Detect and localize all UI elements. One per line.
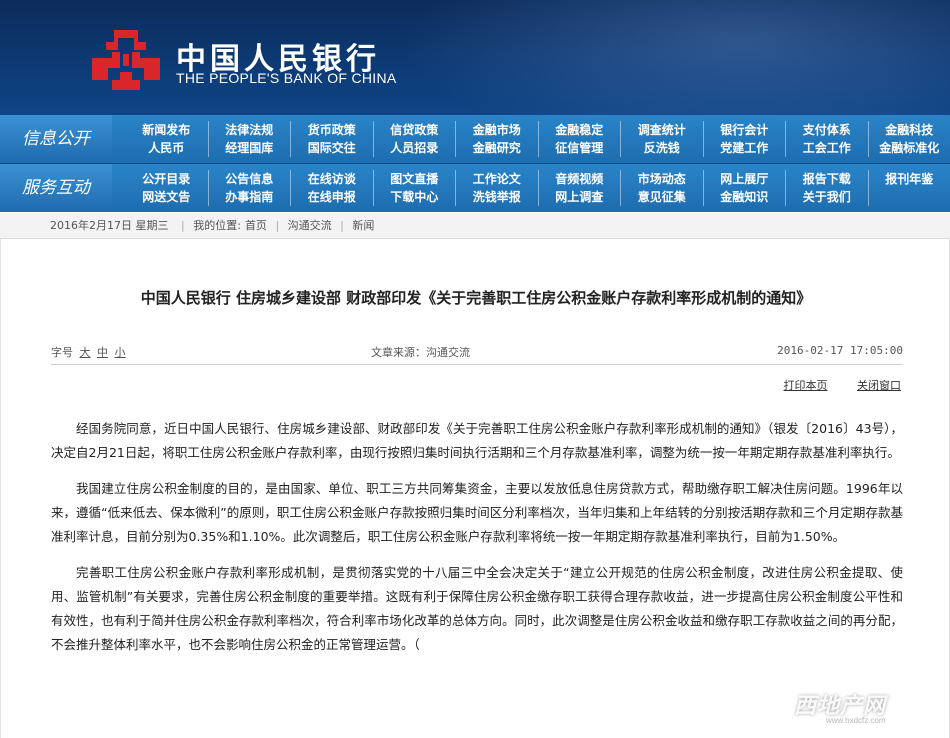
nav-info-item[interactable]: 金融稳定 — [537, 121, 621, 139]
print-page-link[interactable]: 打印本页 — [784, 379, 828, 392]
nav-service-item[interactable]: 在线申报 — [290, 188, 373, 206]
nav-info-item[interactable]: 调查统计 — [620, 121, 703, 139]
breadcrumb-divider: | — [340, 219, 344, 232]
article-container: 中国人民银行 住房城乡建设部 财政部印发《关于完善职工住房公积金账户存款利率形成… — [0, 239, 950, 738]
breadcrumb-section-link[interactable]: 沟通交流 — [288, 219, 332, 232]
article-paragraph: 完善职工住房公积金账户存款利率形成机制，是贯彻落实党的十八届三中全会决定关于“建… — [51, 565, 903, 652]
breadcrumb-location-label: 我的位置: — [193, 219, 241, 232]
nav-info-item[interactable]: 人民币 — [125, 139, 208, 157]
article-datetime: 2016-02-17 17:05:00 — [777, 344, 903, 357]
nav-service-item[interactable]: 在线访谈 — [290, 170, 373, 188]
breadcrumb-current: 新闻 — [352, 219, 375, 232]
nav-service-item[interactable]: 意见征集 — [620, 188, 703, 206]
nav-service-item[interactable]: 下载中心 — [372, 188, 456, 206]
font-size-small-link[interactable]: 小 — [115, 346, 126, 359]
breadcrumb-divider: | — [181, 219, 185, 232]
breadcrumb-date: 2016年2月17日 星期三 — [50, 219, 169, 232]
font-size-large-link[interactable]: 大 — [80, 346, 91, 359]
nav-service-item[interactable]: 关于我们 — [785, 188, 868, 206]
article-actions: 打印本页 关闭窗口 — [758, 377, 902, 393]
font-size-controls: 字号 大 中 小 — [51, 344, 126, 360]
nav-info-item[interactable]: 人员招录 — [372, 139, 456, 157]
nav-info-item[interactable]: 国际交往 — [290, 139, 373, 157]
nav-service-item[interactable]: 市场动态 — [620, 170, 703, 188]
nav-info-item[interactable]: 金融科技 — [867, 121, 950, 139]
nav-service-item[interactable]: 办事指南 — [207, 188, 291, 206]
breadcrumb-divider: | — [275, 219, 280, 232]
article-title: 中国人民银行 住房城乡建设部 财政部印发《关于完善职工住房公积金账户存款利率形成… — [140, 289, 812, 307]
watermark-url: www.hxdcfz.com — [826, 716, 886, 725]
nav-info-item[interactable]: 反洗钱 — [620, 139, 703, 157]
nav-service-label: 服务互动 — [0, 164, 112, 212]
close-window-link[interactable]: 关闭窗口 — [857, 379, 901, 392]
nav-info-item[interactable]: 新闻发布 — [125, 121, 208, 139]
nav-info-row: 信息公开 新闻发布 法律法规 货币政策 信贷政策 金融市场 金融稳定 调查统计 银行会计 支付体… — [0, 115, 950, 163]
nav-info-item[interactable]: 金融研究 — [455, 139, 538, 157]
nav-info-item[interactable]: 征信管理 — [537, 139, 621, 157]
nav-info-grid: 新闻发布 法律法规 货币政策 信贷政策 金融市场 金融稳定 调查统计 银行会计 支付体系 金融科技… — [125, 121, 950, 157]
nav-service-item[interactable]: 公开目录 — [125, 170, 208, 188]
nav-service-item[interactable]: 网上展厅 — [702, 170, 786, 188]
nav-service-item[interactable]: 图文直播 — [372, 170, 456, 188]
site-header: 中国人民银行 THE PEOPLE'S BANK OF CHINA — [0, 0, 950, 115]
nav-service-item[interactable]: 报告下载 — [785, 170, 868, 188]
nav-info-label: 信息公开 — [0, 115, 112, 163]
nav-info-item[interactable]: 党建工作 — [702, 139, 786, 157]
article-paragraph: 经国务院同意，近日中国人民银行、住房城乡建设部、财政部印发《关于完善职工住房公积… — [51, 421, 903, 460]
nav-info-item[interactable]: 工会工作 — [785, 139, 868, 157]
article-meta: 字号 大 中 小 文章来源：沟通交流 2016-02-17 17:05:00 — [51, 344, 903, 362]
nav-service-item — [867, 188, 950, 206]
nav-info-item[interactable]: 信贷政策 — [372, 121, 456, 139]
nav-info-item[interactable]: 金融市场 — [455, 121, 538, 139]
breadcrumb-home-link[interactable]: 首页 — [245, 219, 267, 232]
nav-info-item[interactable]: 支付体系 — [785, 121, 868, 139]
nav-info-item[interactable]: 经理国库 — [207, 139, 291, 157]
font-size-label: 字号 — [51, 346, 73, 359]
nav-info-item[interactable]: 金融标准化 — [867, 139, 950, 157]
site-watermark: 西地产网 www.hxdcfz.com — [786, 686, 936, 726]
nav-service-item[interactable]: 洗钱举报 — [455, 188, 538, 206]
pboc-logo-icon[interactable] — [90, 28, 162, 92]
bank-name-en: THE PEOPLE'S BANK OF CHINA — [176, 70, 397, 86]
nav-service-grid: 公开目录 公告信息 在线访谈 图文直播 工作论文 音频视频 市场动态 网上展厅 报告下载 报刊年鉴… — [125, 170, 950, 206]
nav-info-item[interactable]: 银行会计 — [702, 121, 786, 139]
nav-service-item[interactable]: 音频视频 — [537, 170, 621, 188]
breadcrumb: 2016年2月17日 星期三 | 我的位置: 首页 | 沟通交流 | 新闻 — [0, 213, 950, 239]
nav-service-row: 服务互动 公开目录 公告信息 在线访谈 图文直播 工作论文 音频视频 市场动态 网上展厅 报告下… — [0, 164, 950, 212]
nav-info-item[interactable]: 货币政策 — [290, 121, 373, 139]
nav-service-item[interactable]: 网上调查 — [537, 188, 621, 206]
font-size-medium-link[interactable]: 中 — [97, 346, 108, 359]
header-glow — [370, 0, 950, 115]
article-body: 经国务院同意，近日中国人民银行、住房城乡建设部、财政部印发《关于完善职工住房公积… — [51, 417, 903, 669]
meta-divider — [51, 364, 903, 365]
nav-info-item[interactable]: 法律法规 — [207, 121, 291, 139]
nav-service-item[interactable]: 网送文告 — [125, 188, 208, 206]
nav-service-item[interactable]: 公告信息 — [207, 170, 291, 188]
nav-service-item[interactable]: 工作论文 — [455, 170, 538, 188]
article-paragraph: 我国建立住房公积金制度的目的，是由国家、单位、职工三方共同筹集资金，主要以发放低… — [51, 481, 903, 544]
nav-service-item[interactable]: 金融知识 — [702, 188, 786, 206]
article-source: 文章来源：沟通交流 — [371, 346, 470, 359]
nav-service-item[interactable]: 报刊年鉴 — [867, 170, 950, 188]
